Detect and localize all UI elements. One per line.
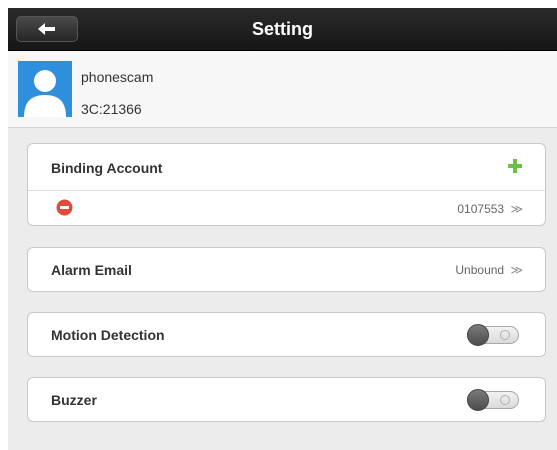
toggle-off-indicator-icon xyxy=(500,330,510,340)
device-id: 3C:21366 xyxy=(81,101,142,117)
buzzer-toggle[interactable] xyxy=(467,389,519,411)
user-avatar-icon xyxy=(18,61,72,117)
buzzer-label: Buzzer xyxy=(51,392,97,408)
motion-detection-label: Motion Detection xyxy=(51,327,165,343)
bound-account-value: 0107553 ≫ xyxy=(457,202,523,216)
device-profile: phonescam 3C:21366 xyxy=(8,51,557,128)
binding-account-label: Binding Account xyxy=(51,160,163,176)
chevron-right-icon: ≫ xyxy=(510,263,523,277)
remove-account-button[interactable] xyxy=(56,199,73,216)
toggle-knob xyxy=(467,324,489,346)
plus-icon xyxy=(508,159,522,173)
toggle-knob xyxy=(467,389,489,411)
title-bar: Setting xyxy=(8,8,557,51)
add-account-button[interactable] xyxy=(507,158,523,174)
binding-account-card: Binding Account 0107553 ≫ xyxy=(27,143,546,226)
remove-circle-icon xyxy=(56,199,73,216)
chevron-right-icon: ≫ xyxy=(510,202,523,216)
alarm-email-value: Unbound ≫ xyxy=(455,263,523,277)
page-title: Setting xyxy=(252,19,313,39)
motion-detection-toggle[interactable] xyxy=(467,324,519,346)
toggle-off-indicator-icon xyxy=(500,395,510,405)
alarm-email-label: Alarm Email xyxy=(51,262,132,278)
buzzer-row: Buzzer xyxy=(27,377,546,422)
bound-account-row[interactable]: 0107553 ≫ xyxy=(28,191,545,226)
alarm-email-row[interactable]: Alarm Email Unbound ≫ xyxy=(27,247,546,292)
device-name: phonescam xyxy=(81,69,154,85)
motion-detection-row: Motion Detection xyxy=(27,312,546,357)
settings-screen: Setting phonescam 3C:21366 Binding Accou… xyxy=(8,8,557,450)
